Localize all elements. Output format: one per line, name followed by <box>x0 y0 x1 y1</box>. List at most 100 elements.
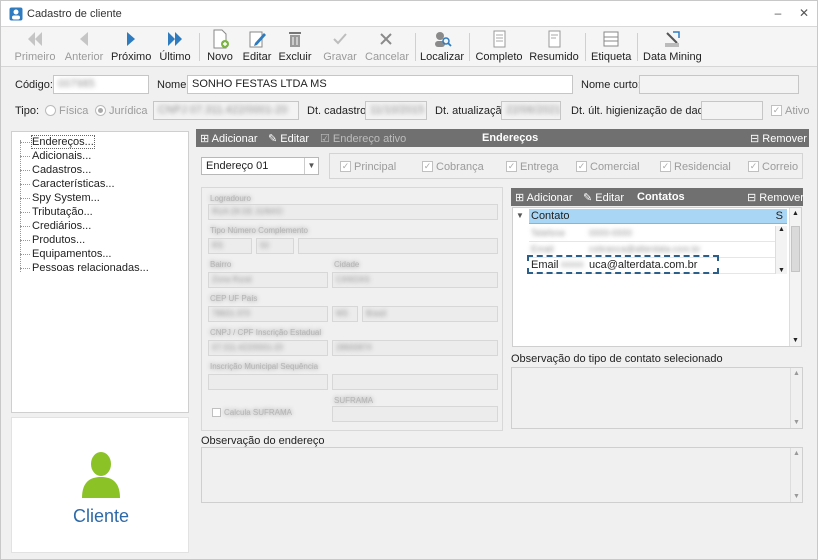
collapse-chevron-icon[interactable]: ▼ <box>516 211 524 220</box>
enderecos-adicionar-button[interactable]: ⊞ Adicionar <box>200 132 258 145</box>
inner-scrollbar[interactable]: ▲ ▼ <box>775 226 787 274</box>
contatos-editar-button[interactable]: ✎ Editar <box>583 191 624 204</box>
cep-field[interactable]: 78601-370 <box>208 306 328 322</box>
tipo-logradouro-field[interactable]: RS <box>208 238 252 254</box>
scroll-up-icon[interactable]: ▲ <box>792 210 799 217</box>
col-contato-header[interactable]: Contato <box>531 210 570 222</box>
enderecos-editar-button[interactable]: ✎ Editar <box>268 132 309 145</box>
comercial-checkbox[interactable]: ✓ <box>576 161 587 172</box>
scroll-up-icon[interactable]: ▲ <box>793 450 800 457</box>
scroll-thumb[interactable] <box>791 226 800 272</box>
cnpj-field[interactable]: CNPJ 07.311.422/0001-20 <box>153 101 299 120</box>
tree-item-tributacao[interactable]: Tributação... <box>20 206 93 218</box>
contatos-column-header: Contato S <box>529 209 787 224</box>
novo-label: Novo <box>207 51 233 63</box>
fisica-radio[interactable] <box>45 105 56 116</box>
entrega-label: Entrega <box>520 161 559 173</box>
tree-item-crediarios[interactable]: Crediários... <box>20 220 91 232</box>
endereco-tipos-group: ✓ Principal ✓ Cobrança ✓ Entrega ✓ Comer… <box>329 153 803 179</box>
dt-atualizacao-field[interactable]: 22/06/2021 <box>501 101 561 120</box>
cidade-field[interactable]: CANOAS <box>332 272 498 288</box>
observacao-endereco-memo[interactable]: ▲ ▼ <box>201 447 803 503</box>
sequencia-field[interactable] <box>332 374 498 390</box>
tree-item-equipamentos[interactable]: Equipamentos... <box>20 248 112 260</box>
enderecos-remover-button[interactable]: ⊟ Remover <box>750 132 807 145</box>
nome-curto-field[interactable] <box>639 75 799 94</box>
user-avatar-icon <box>82 452 120 498</box>
tree-item-spy-system[interactable]: Spy System... <box>20 192 100 204</box>
minus-icon: ⊟ <box>747 192 760 204</box>
inscricao-estadual-field[interactable]: 28600874 <box>332 340 498 356</box>
contatos-adicionar-button[interactable]: ⊞ Adicionar <box>515 191 573 204</box>
contatos-remover-button[interactable]: ⊟ Remover <box>747 191 804 204</box>
completo-button[interactable]: Completo <box>475 29 523 65</box>
suframa-field[interactable] <box>332 406 498 422</box>
minimize-button[interactable]: – <box>769 5 787 21</box>
scroll-down-icon[interactable]: ▼ <box>793 419 800 426</box>
cancelar-button[interactable]: Cancelar <box>365 29 409 65</box>
tree-item-enderecos[interactable]: Endereços... <box>20 135 95 149</box>
observacao-contato-memo[interactable]: ▲ ▼ <box>511 367 803 429</box>
table-row[interactable]: Telefone 0000-0000 <box>529 226 787 242</box>
col-s-header[interactable]: S <box>776 210 783 222</box>
tree-item-produtos[interactable]: Produtos... <box>20 234 85 246</box>
ativo-checkbox[interactable]: ✓ <box>771 105 782 116</box>
tipo-numero-label: Tipo Número Complemento <box>210 226 308 235</box>
ultimo-button[interactable]: Último <box>157 29 193 65</box>
cancel-x-icon <box>380 33 392 45</box>
calcula-suframa-checkbox[interactable] <box>212 408 221 417</box>
anterior-button[interactable]: Anterior <box>63 29 105 65</box>
entrega-checkbox[interactable]: ✓ <box>506 161 517 172</box>
dt-higienizacao-field[interactable] <box>701 101 763 120</box>
residencial-checkbox[interactable]: ✓ <box>660 161 671 172</box>
scroll-up-icon[interactable]: ▲ <box>778 226 785 233</box>
endereco-select[interactable]: Endereço 01 ▼ <box>201 157 319 175</box>
tree-item-caracteristicas[interactable]: Características... <box>20 178 115 190</box>
inscricao-municipal-field[interactable] <box>208 374 328 390</box>
title-bar: Cadastro de cliente – ✕ <box>1 1 817 27</box>
data-mining-button[interactable]: Data Mining <box>643 29 702 65</box>
juridica-label: Jurídica <box>109 105 148 117</box>
localizar-button[interactable]: Localizar <box>419 29 465 65</box>
tree-item-cadastros[interactable]: Cadastros... <box>20 164 91 176</box>
correio-checkbox[interactable]: ✓ <box>748 161 759 172</box>
scroll-up-icon[interactable]: ▲ <box>793 370 800 377</box>
excluir-button[interactable]: Excluir <box>277 29 313 65</box>
principal-checkbox[interactable]: ✓ <box>340 161 351 172</box>
etiqueta-button[interactable]: Etiqueta <box>591 29 631 65</box>
tree-item-adicionais[interactable]: Adicionais... <box>20 150 91 162</box>
dt-cadastro-field[interactable]: 11/10/2015 <box>365 101 427 120</box>
scroll-down-icon[interactable]: ▼ <box>778 267 785 274</box>
enderecos-title: Endereços <box>482 132 539 144</box>
juridica-radio[interactable] <box>95 105 106 116</box>
inscricao-municipal-label: Inscrição Municipal Sequência <box>210 362 319 371</box>
primeiro-button[interactable]: Primeiro <box>13 29 57 65</box>
scroll-down-icon[interactable]: ▼ <box>792 337 799 344</box>
cep-label: CEP UF País <box>210 294 258 303</box>
proximo-button[interactable]: Próximo <box>111 29 151 65</box>
bairro-field[interactable]: Zona Rural <box>208 272 328 288</box>
numero-field[interactable]: 50 <box>256 238 294 254</box>
cobranca-checkbox[interactable]: ✓ <box>422 161 433 172</box>
gravar-button[interactable]: Gravar <box>323 29 357 65</box>
nome-field[interactable]: SONHO FESTAS LTDA MS <box>187 75 573 94</box>
memo-scrollbar[interactable]: ▲ ▼ <box>790 448 802 502</box>
close-button[interactable]: ✕ <box>795 5 813 21</box>
contatos-scrollbar[interactable]: ▲ ▼ <box>789 208 801 346</box>
logradouro-field[interactable]: RUA 28 DE JUNHO <box>208 204 498 220</box>
novo-button[interactable]: Novo <box>205 29 235 65</box>
scroll-down-icon[interactable]: ▼ <box>793 493 800 500</box>
data-mining-label: Data Mining <box>643 51 702 63</box>
memo-scrollbar[interactable]: ▲ ▼ <box>790 368 802 428</box>
codigo-field[interactable]: 007985 <box>53 75 149 94</box>
tree-item-pessoas-relacionadas[interactable]: Pessoas relacionadas... <box>20 262 149 274</box>
cnpj-cpf-field[interactable]: 07.311.422/0001-20 <box>208 340 328 356</box>
correio-label: Correio <box>762 161 799 173</box>
endereco-ativo-checkbox[interactable]: ☑ Endereço ativo <box>320 132 406 145</box>
resumido-button[interactable]: Resumido <box>529 29 579 65</box>
pais-field[interactable]: Brasil <box>362 306 498 322</box>
uf-field[interactable]: MS <box>332 306 358 322</box>
toolbar-separator <box>199 33 200 61</box>
editar-button[interactable]: Editar <box>241 29 273 65</box>
complemento-field[interactable] <box>298 238 498 254</box>
